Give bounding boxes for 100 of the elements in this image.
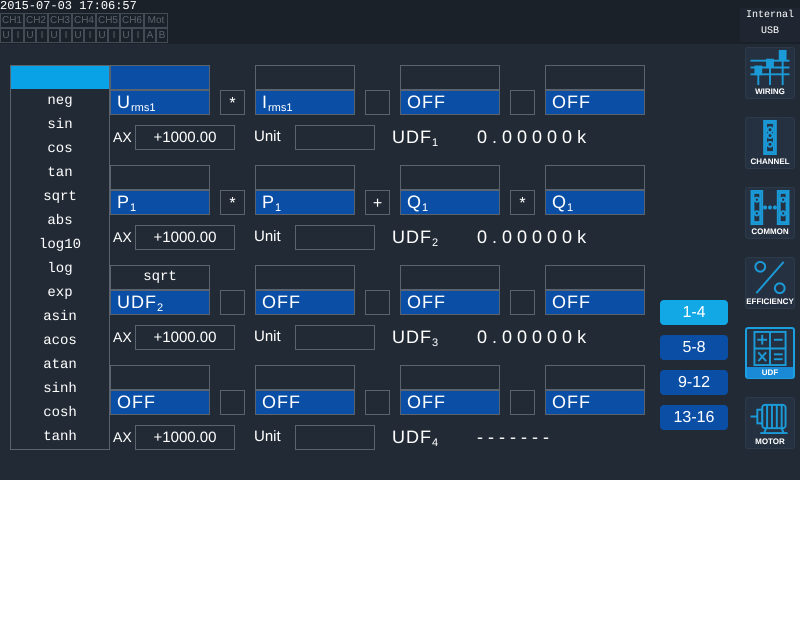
operand-field[interactable]: OFF	[110, 390, 210, 415]
operand-field[interactable]: OFF	[255, 390, 355, 415]
operator-field[interactable]	[365, 290, 390, 315]
channel-indicator: CH4	[72, 13, 96, 28]
operand-field[interactable]: OFF	[255, 290, 355, 315]
max-label: AX	[112, 328, 133, 347]
menu-item[interactable]: tan	[11, 161, 109, 185]
function-field[interactable]	[545, 165, 645, 190]
sidebar-button[interactable]: UDF	[745, 327, 795, 379]
menu-item[interactable]: asin	[11, 305, 109, 329]
function-field[interactable]: sqrt	[110, 265, 210, 290]
menu-item[interactable]: cos	[11, 137, 109, 161]
page-tab[interactable]: 9-12	[660, 370, 728, 395]
operator-field[interactable]	[510, 390, 535, 415]
unit-label: Unit	[254, 327, 282, 348]
unit-field[interactable]	[295, 425, 375, 450]
operator-field[interactable]	[510, 90, 535, 115]
operator-field[interactable]: *	[510, 190, 535, 215]
sidebar-button[interactable]: CHANNEL	[745, 117, 795, 169]
operator-field[interactable]: *	[220, 190, 245, 215]
menu-item[interactable]: tanh	[11, 425, 109, 449]
udf-value: -------	[477, 426, 554, 449]
function-field[interactable]	[545, 65, 645, 90]
module-row-icon	[748, 189, 792, 226]
function-field[interactable]	[400, 365, 500, 390]
channel-indicator: CH2	[24, 13, 48, 28]
max-field[interactable]: +1000.00	[135, 325, 235, 350]
operand-field[interactable]: Q$_{1}$	[545, 190, 645, 215]
menu-item[interactable]: abs	[11, 209, 109, 233]
datetime-text: 2015-07-03 17:06:57	[0, 0, 138, 13]
function-field[interactable]	[545, 365, 645, 390]
page-tab[interactable]: 13-16	[660, 405, 728, 430]
menu-item[interactable]: log10	[11, 233, 109, 257]
operand-field[interactable]: OFF	[545, 390, 645, 415]
cable-icon	[748, 49, 792, 86]
sidebar-button[interactable]: EFFICIENCY	[745, 257, 795, 309]
function-field[interactable]	[255, 65, 355, 90]
function-field[interactable]	[400, 65, 500, 90]
operator-field[interactable]	[365, 390, 390, 415]
sidebar-button[interactable]: MOTOR	[745, 397, 795, 449]
operator-field[interactable]	[220, 290, 245, 315]
function-field[interactable]	[400, 165, 500, 190]
menu-item[interactable]: acos	[11, 329, 109, 353]
max-label: AX	[112, 128, 133, 147]
operand-field[interactable]: OFF	[400, 90, 500, 115]
function-field[interactable]	[255, 365, 355, 390]
input-indicator: I	[132, 28, 144, 43]
input-indicator: I	[108, 28, 120, 43]
page-tab[interactable]: 5-8	[660, 335, 728, 360]
operand-field[interactable]: OFF	[545, 290, 645, 315]
menu-item[interactable]: sqrt	[11, 185, 109, 209]
function-field[interactable]	[110, 365, 210, 390]
menu-item[interactable]: log	[11, 257, 109, 281]
menu-item[interactable]: atan	[11, 353, 109, 377]
operand-field[interactable]: UDF$_{2}$	[110, 290, 210, 315]
function-field[interactable]	[110, 165, 210, 190]
function-field[interactable]	[545, 265, 645, 290]
input-indicator: I	[36, 28, 48, 43]
unit-field[interactable]	[295, 125, 375, 150]
menu-item[interactable]: cosh	[11, 401, 109, 425]
function-field[interactable]	[255, 265, 355, 290]
function-field[interactable]	[110, 65, 210, 90]
menu-item[interactable]: neg	[11, 89, 109, 113]
sidebar-button[interactable]: WIRING	[745, 47, 795, 99]
input-indicator: U	[120, 28, 132, 43]
channel-indicator: CH1	[0, 13, 24, 28]
operator-field[interactable]: *	[220, 90, 245, 115]
operator-field[interactable]: +	[365, 190, 390, 215]
max-field[interactable]: +1000.00	[135, 125, 235, 150]
operator-field[interactable]	[220, 390, 245, 415]
menu-item[interactable]: sin	[11, 113, 109, 137]
menu-item[interactable]: exp	[11, 281, 109, 305]
max-label: AX	[112, 428, 133, 447]
channel-indicator: CH5	[96, 13, 120, 28]
unit-field[interactable]	[295, 325, 375, 350]
input-indicator: I	[12, 28, 24, 43]
input-indicator: U	[0, 28, 12, 43]
menu-item[interactable]: sinh	[11, 377, 109, 401]
function-field[interactable]	[400, 265, 500, 290]
unit-field[interactable]	[295, 225, 375, 250]
max-field[interactable]: +1000.00	[135, 225, 235, 250]
sidebar-button[interactable]: COMMON	[745, 187, 795, 239]
operator-field[interactable]	[365, 90, 390, 115]
operator-field[interactable]	[510, 290, 535, 315]
storage-label: USB	[760, 25, 779, 39]
operand-field[interactable]: OFF	[400, 390, 500, 415]
unit-label: Unit	[254, 127, 282, 148]
udf-name: UDF$_{2}$	[392, 226, 440, 251]
function-field[interactable]	[255, 165, 355, 190]
operand-field[interactable]: P$_{1}$	[255, 190, 355, 215]
operand-field[interactable]: P$_{1}$	[110, 190, 210, 215]
udf-name: UDF$_{4}$	[392, 426, 440, 451]
operand-field[interactable]: OFF	[400, 290, 500, 315]
operand-field[interactable]: I$_{rms1}$	[255, 90, 355, 115]
max-field[interactable]: +1000.00	[135, 425, 235, 450]
operand-field[interactable]: U$_{rms1}$	[110, 90, 210, 115]
operand-field[interactable]: OFF	[545, 90, 645, 115]
input-indicator: U	[72, 28, 84, 43]
operand-field[interactable]: Q$_{1}$	[400, 190, 500, 215]
channel-indicator: Mot	[144, 13, 168, 28]
